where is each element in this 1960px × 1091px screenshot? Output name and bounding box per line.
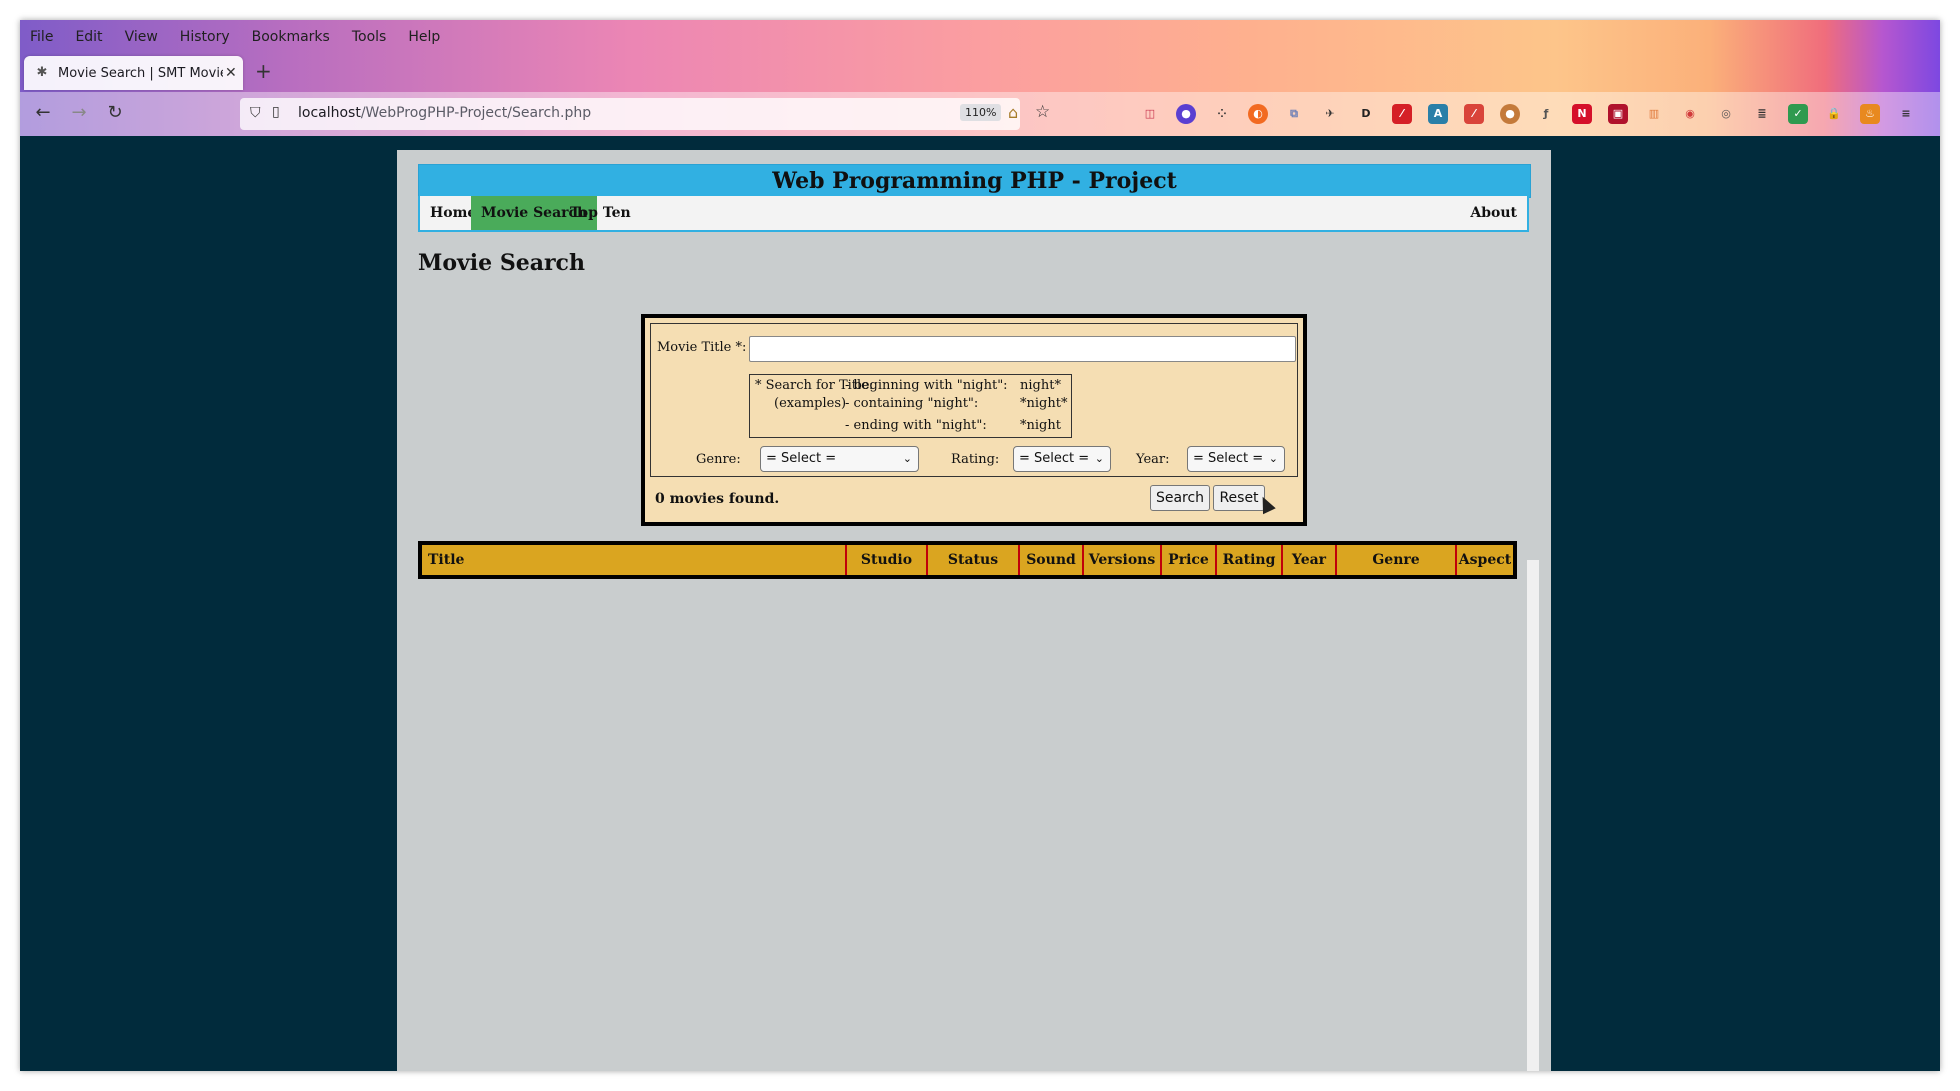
rating-label: Rating: bbox=[951, 452, 1000, 467]
menu-history[interactable]: History bbox=[180, 29, 230, 45]
app-menu-icon[interactable]: ≡ bbox=[1896, 104, 1916, 124]
menu-edit[interactable]: Edit bbox=[75, 29, 102, 45]
address-bar[interactable]: ⛉ ▯ localhost/WebProgPHP-Project/Search.… bbox=[240, 98, 1050, 130]
extension-eye-icon[interactable]: ◎ bbox=[1716, 104, 1736, 124]
navigation-toolbar: ← → ↻ ⛉ ▯ localhost/WebProgPHP-Project/S… bbox=[20, 92, 1940, 136]
zoom-indicator[interactable]: 110% bbox=[960, 104, 1002, 121]
column-versions[interactable]: Versions bbox=[1082, 545, 1160, 575]
genre-select-value: = Select = bbox=[766, 451, 837, 466]
chevron-down-icon: ⌄ bbox=[1094, 452, 1104, 465]
results-table-header: Title Studio Status Sound Versions Price… bbox=[422, 545, 1513, 575]
genre-select[interactable]: = Select = ⌄ bbox=[760, 446, 919, 472]
movie-title-input[interactable] bbox=[749, 336, 1296, 362]
genre-label: Genre: bbox=[696, 452, 741, 467]
extension-bird-icon[interactable]: ✈ bbox=[1320, 104, 1340, 124]
nav-about[interactable]: About bbox=[1460, 196, 1527, 230]
rating-select-value: = Select = bbox=[1019, 451, 1090, 466]
page-container: Web Programming PHP - Project Home Movie… bbox=[397, 150, 1551, 1071]
year-select-value: = Select = bbox=[1193, 451, 1264, 466]
chevron-down-icon: ⌄ bbox=[902, 452, 912, 465]
forward-icon[interactable]: → bbox=[68, 102, 90, 123]
extensions-toolbar: ◫ ● ⁘ ◐ ⧉ ✈ D ⁄ A ⁄ ● ƒ N ▣ ▥ ◉ ◎ ≣ ✓ 🔒 bbox=[1140, 104, 1932, 124]
search-button[interactable]: Search bbox=[1150, 485, 1210, 511]
extension-screen-icon[interactable]: ▣ bbox=[1608, 104, 1628, 124]
extension-d-icon[interactable]: D bbox=[1356, 104, 1376, 124]
browser-chrome: File Edit View History Bookmarks Tools H… bbox=[20, 20, 1940, 136]
hint-desc-ending: - ending with "night": bbox=[845, 418, 987, 433]
url-host: localhost bbox=[298, 105, 361, 121]
extension-green-icon[interactable]: ✓ bbox=[1788, 104, 1808, 124]
year-label: Year: bbox=[1136, 452, 1170, 467]
extension-feather-icon[interactable]: ƒ bbox=[1536, 104, 1556, 124]
hint-desc-beginning: - beginning with "night": bbox=[845, 378, 1008, 393]
extension-list-icon[interactable]: ≣ bbox=[1752, 104, 1772, 124]
menu-view[interactable]: View bbox=[125, 29, 158, 45]
hint-desc-containing: - containing "night": bbox=[845, 396, 979, 411]
column-aspect[interactable]: Aspect bbox=[1455, 545, 1513, 575]
hint-pattern-containing: *night* bbox=[1020, 396, 1068, 411]
search-hints: * Search for Title: (examples) - beginni… bbox=[749, 374, 1072, 438]
column-year[interactable]: Year bbox=[1281, 545, 1335, 575]
result-count: 0 movies found. bbox=[655, 491, 780, 507]
page-info-icon[interactable]: ▯ bbox=[272, 104, 280, 120]
site-banner: Web Programming PHP - Project bbox=[418, 164, 1531, 198]
back-icon[interactable]: ← bbox=[32, 102, 54, 123]
column-studio[interactable]: Studio bbox=[845, 545, 926, 575]
menu-file[interactable]: File bbox=[30, 29, 53, 45]
extension-dots-icon[interactable]: ⁘ bbox=[1212, 104, 1232, 124]
tab-favicon-icon: ✱ bbox=[36, 65, 48, 80]
movie-title-label: Movie Title *: bbox=[657, 340, 747, 355]
extension-orange-icon[interactable]: ◐ bbox=[1248, 104, 1268, 124]
browser-window: File Edit View History Bookmarks Tools H… bbox=[20, 20, 1940, 1071]
extension-trash-icon[interactable]: ▥ bbox=[1644, 104, 1664, 124]
extension-cookie-icon[interactable]: ● bbox=[1500, 104, 1520, 124]
extension-flame-icon[interactable]: ♨ bbox=[1860, 104, 1880, 124]
menu-help[interactable]: Help bbox=[408, 29, 440, 45]
column-sound[interactable]: Sound bbox=[1018, 545, 1082, 575]
extension-slash-icon[interactable]: ⁄ bbox=[1464, 104, 1484, 124]
new-tab-icon[interactable]: + bbox=[255, 59, 272, 83]
extension-purple-icon[interactable]: ● bbox=[1176, 104, 1196, 124]
bookmark-star-icon[interactable]: ☆ bbox=[1035, 102, 1050, 122]
tab-movie-search[interactable]: ✱ Movie Search | SMT Movie ✕ bbox=[24, 56, 243, 90]
column-rating[interactable]: Rating bbox=[1215, 545, 1281, 575]
tracking-shield-icon[interactable]: ⛉ bbox=[250, 105, 261, 121]
extension-camera-icon[interactable]: ◉ bbox=[1680, 104, 1700, 124]
column-price[interactable]: Price bbox=[1160, 545, 1215, 575]
menu-bookmarks[interactable]: Bookmarks bbox=[252, 29, 330, 45]
extension-copy-icon[interactable]: ⧉ bbox=[1284, 104, 1304, 124]
tab-title: Movie Search | SMT Movie bbox=[58, 65, 223, 81]
column-genre[interactable]: Genre bbox=[1335, 545, 1455, 575]
extension-lock-icon[interactable]: 🔒 bbox=[1824, 104, 1844, 124]
column-status[interactable]: Status bbox=[926, 545, 1018, 575]
page-title: Movie Search bbox=[418, 250, 585, 276]
scrollbar-track[interactable] bbox=[1527, 560, 1539, 1071]
tab-strip: ✱ Movie Search | SMT Movie ✕ + bbox=[20, 54, 1940, 92]
extension-a-icon[interactable]: A bbox=[1428, 104, 1448, 124]
url-text[interactable]: localhost/WebProgPHP-Project/Search.php bbox=[298, 105, 591, 121]
pocket-icon[interactable]: ◫ bbox=[1140, 104, 1160, 124]
year-select[interactable]: = Select = ⌄ bbox=[1187, 446, 1285, 472]
menu-tools[interactable]: Tools bbox=[352, 29, 387, 45]
menu-bar: File Edit View History Bookmarks Tools H… bbox=[20, 20, 1940, 54]
extension-n-icon[interactable]: N bbox=[1572, 104, 1592, 124]
hint-pattern-ending: *night bbox=[1020, 418, 1061, 433]
hint-pattern-beginning: night* bbox=[1020, 378, 1061, 393]
site-nav: Home Movie Search Top Ten About bbox=[418, 196, 1529, 232]
results-table: Title Studio Status Sound Versions Price… bbox=[418, 541, 1517, 579]
url-path: /WebProgPHP-Project/Search.php bbox=[360, 105, 592, 121]
hint-examples: (examples) bbox=[774, 396, 847, 411]
home-icon[interactable]: ⌂ bbox=[1008, 103, 1018, 122]
rating-select[interactable]: = Select = ⌄ bbox=[1013, 446, 1111, 472]
extension-red-icon[interactable]: ⁄ bbox=[1392, 104, 1412, 124]
chevron-down-icon: ⌄ bbox=[1268, 452, 1278, 465]
close-tab-icon[interactable]: ✕ bbox=[225, 65, 237, 81]
search-form: Movie Title *: * Search for Title: (exam… bbox=[641, 314, 1307, 526]
search-fields-panel: Movie Title *: * Search for Title: (exam… bbox=[650, 323, 1298, 477]
reload-icon[interactable]: ↻ bbox=[104, 102, 126, 123]
column-title[interactable]: Title bbox=[422, 545, 845, 575]
nav-top-ten[interactable]: Top Ten bbox=[560, 196, 641, 230]
